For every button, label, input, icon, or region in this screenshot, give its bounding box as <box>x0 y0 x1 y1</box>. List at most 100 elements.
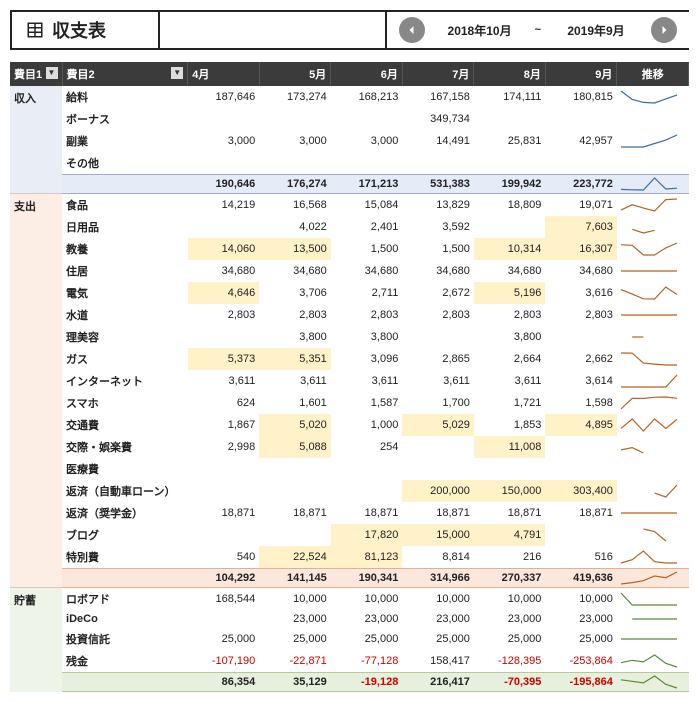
table-row: インターネット3,6113,6113,6113,6113,6113,614 <box>10 370 689 392</box>
value-cell: 349,734 <box>402 108 474 130</box>
value-cell: 516 <box>545 546 617 569</box>
value-cell: 303,400 <box>545 480 617 502</box>
header-row: 費目1 ▼ 費目2 ▼ 4月 5月 6月 7月 8月 9月 推移 <box>10 62 689 86</box>
value-cell: 187,646 <box>188 86 260 108</box>
value-cell: 3,592 <box>402 216 474 238</box>
value-cell: 13,829 <box>402 194 474 217</box>
value-cell: 25,000 <box>259 628 331 650</box>
value-cell: 1,598 <box>545 392 617 414</box>
period-separator: ~ <box>535 24 541 36</box>
value-cell: 15,084 <box>331 194 403 217</box>
sparkline-cell <box>617 610 689 628</box>
value-cell: 19,071 <box>545 194 617 217</box>
value-cell <box>402 458 474 480</box>
value-cell: 2,803 <box>259 304 331 326</box>
table-row: 投資信託25,00025,00025,00025,00025,00025,000 <box>10 628 689 650</box>
sparkline-cell <box>617 650 689 673</box>
value-cell: 25,000 <box>474 628 546 650</box>
value-cell <box>188 216 260 238</box>
value-cell: 2,803 <box>545 304 617 326</box>
category1-cell: 収入 <box>10 86 62 194</box>
value-cell: 173,274 <box>259 86 331 108</box>
value-cell: 18,871 <box>331 502 403 524</box>
category2-cell: 残金 <box>62 650 188 673</box>
sparkline-cell <box>617 216 689 238</box>
value-cell: 2,865 <box>402 348 474 370</box>
sparkline-cell <box>617 458 689 480</box>
col-cat2[interactable]: 費目2 ▼ <box>62 62 188 86</box>
value-cell <box>259 152 331 175</box>
value-cell: 3,706 <box>259 282 331 304</box>
value-cell <box>188 480 260 502</box>
value-cell: 15,000 <box>402 524 474 546</box>
value-cell: 42,957 <box>545 130 617 152</box>
period-to: 2019年9月 <box>551 22 641 39</box>
subtotal-cell: 86,354 <box>188 673 260 692</box>
category2-cell: 教養 <box>62 238 188 260</box>
value-cell: 4,791 <box>474 524 546 546</box>
value-cell: 18,809 <box>474 194 546 217</box>
value-cell: 10,314 <box>474 238 546 260</box>
value-cell: 1,500 <box>331 238 403 260</box>
table-row: 支出食品14,21916,56815,08413,82918,80919,071 <box>10 194 689 217</box>
value-cell: -77,128 <box>331 650 403 673</box>
value-cell <box>474 458 546 480</box>
table-row: ガス5,3735,3513,0962,8652,6642,662 <box>10 348 689 370</box>
next-period-button[interactable] <box>651 17 677 43</box>
value-cell: 10,000 <box>474 588 546 611</box>
value-cell: 1,867 <box>188 414 260 436</box>
value-cell <box>259 480 331 502</box>
sparkline-cell <box>617 628 689 650</box>
dropdown-icon[interactable]: ▼ <box>171 67 183 79</box>
value-cell: 1,000 <box>331 414 403 436</box>
category2-cell: スマホ <box>62 392 188 414</box>
value-cell: 11,008 <box>474 436 546 458</box>
subtotal-cell: 314,966 <box>402 569 474 588</box>
value-cell: 3,611 <box>188 370 260 392</box>
value-cell: -107,190 <box>188 650 260 673</box>
value-cell: 3,800 <box>474 326 546 348</box>
subtotal-row: 190,646176,274171,213531,383199,942223,7… <box>10 175 689 194</box>
value-cell: 23,000 <box>474 610 546 628</box>
dropdown-icon[interactable]: ▼ <box>46 67 58 79</box>
sparkline-cell <box>617 152 689 175</box>
category2-cell: 投資信託 <box>62 628 188 650</box>
value-cell <box>331 108 403 130</box>
page-title: 収支表 <box>52 17 106 43</box>
sparkline-cell <box>617 108 689 130</box>
value-cell: 18,871 <box>474 502 546 524</box>
prev-period-button[interactable] <box>399 17 425 43</box>
subtotal-cell: 176,274 <box>259 175 331 194</box>
col-cat1[interactable]: 費目1 ▼ <box>10 62 62 86</box>
value-cell: 34,680 <box>188 260 260 282</box>
value-cell: 180,815 <box>545 86 617 108</box>
value-cell: 4,022 <box>259 216 331 238</box>
value-cell: 3,800 <box>259 326 331 348</box>
table-row: iDeCo23,00023,00023,00023,00023,000 <box>10 610 689 628</box>
sparkline-cell <box>617 304 689 326</box>
subtotal-cell: 141,145 <box>259 569 331 588</box>
value-cell: 8,814 <box>402 546 474 569</box>
category2-cell: 食品 <box>62 194 188 217</box>
col-month-9: 9月 <box>545 62 617 86</box>
value-cell: 3,800 <box>331 326 403 348</box>
subtotal-row: 104,292141,145190,341314,966270,337419,6… <box>10 569 689 588</box>
value-cell <box>331 152 403 175</box>
value-cell: 216 <box>474 546 546 569</box>
period-from: 2018年10月 <box>435 22 525 39</box>
table-row: 住居34,68034,68034,68034,68034,68034,680 <box>10 260 689 282</box>
value-cell: 5,196 <box>474 282 546 304</box>
value-cell: 14,491 <box>402 130 474 152</box>
table-row: 水道2,8032,8032,8032,8032,8032,803 <box>10 304 689 326</box>
value-cell <box>402 436 474 458</box>
value-cell: 7,603 <box>545 216 617 238</box>
category2-cell: 特別費 <box>62 546 188 569</box>
value-cell: 3,611 <box>474 370 546 392</box>
col-month-5: 5月 <box>259 62 331 86</box>
value-cell: 3,616 <box>545 282 617 304</box>
value-cell: 25,000 <box>188 628 260 650</box>
value-cell: 23,000 <box>402 610 474 628</box>
value-cell: 16,307 <box>545 238 617 260</box>
value-cell: 2,662 <box>545 348 617 370</box>
sparkline-cell <box>617 480 689 502</box>
